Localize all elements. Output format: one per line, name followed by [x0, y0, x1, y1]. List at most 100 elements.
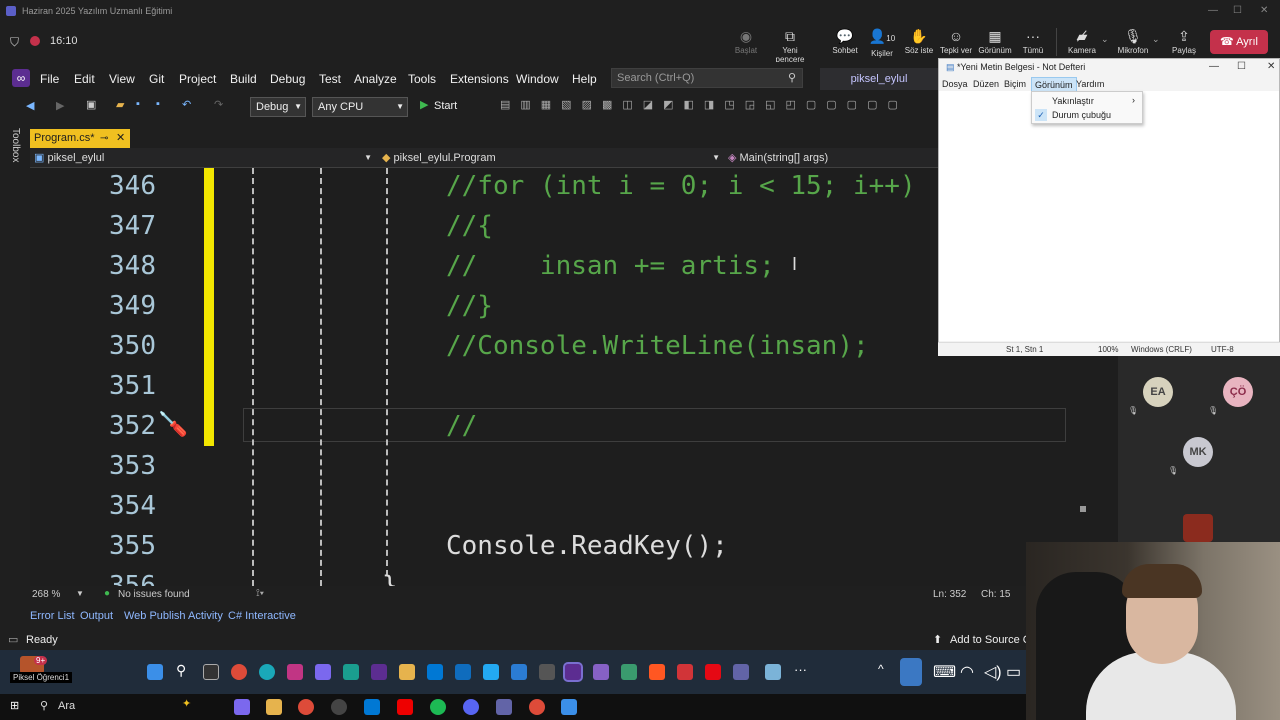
platform-dropdown[interactable]: Any CPU ▼ [312, 97, 408, 117]
chrome-icon[interactable] [298, 699, 314, 715]
copilot-icon[interactable] [315, 664, 331, 680]
tab-error-list[interactable]: Error List [30, 610, 75, 622]
instagram-icon[interactable] [287, 664, 303, 680]
menu-view[interactable]: View [109, 72, 135, 86]
more-button[interactable]: ··· Tümü [1011, 28, 1055, 55]
menu-test[interactable]: Test [319, 72, 341, 86]
avatar[interactable]: ÇÖ [1223, 377, 1253, 407]
menu-window[interactable]: Window [516, 72, 559, 86]
app-icon[interactable] [649, 664, 665, 680]
zoom-level-dropdown[interactable]: 268 % [32, 589, 60, 600]
avatar[interactable]: MK [1183, 437, 1213, 467]
microphone-icon[interactable] [900, 658, 922, 686]
close-tab-icon[interactable]: ✕ [116, 129, 125, 148]
vscode-icon[interactable] [483, 664, 499, 680]
configuration-dropdown[interactable]: Debug ▼ [250, 97, 306, 117]
navigate-back-icon[interactable]: ◀ [26, 99, 34, 112]
vs-search-box[interactable]: Search (Ctrl+Q) ⚲ [611, 68, 803, 88]
notepad-icon[interactable] [765, 664, 781, 680]
visual-studio-taskbar-icon[interactable] [593, 664, 609, 680]
app-icon[interactable] [511, 664, 527, 680]
chevron-up-icon[interactable]: ^ [878, 662, 884, 676]
outlook-icon[interactable] [364, 699, 380, 715]
maximize-icon[interactable]: ☐ [1233, 0, 1242, 22]
edge-icon[interactable] [259, 664, 275, 680]
menu-analyze[interactable]: Analyze [354, 72, 397, 86]
app-icon[interactable] [539, 664, 555, 680]
minimize-icon[interactable]: — [1209, 61, 1219, 72]
camera-button[interactable]: ▰̸ Kamera [1060, 28, 1104, 55]
windows-start-icon[interactable]: ⊞ [10, 699, 19, 712]
participant-video-thumbnail[interactable] [1183, 514, 1213, 542]
save-all-icon[interactable]: ▪ [156, 98, 160, 110]
project-dropdown[interactable]: ▣ piksel_eylul ▼ [34, 150, 374, 166]
save-icon[interactable]: ▪ [136, 98, 140, 110]
menu-git[interactable]: Git [149, 72, 164, 86]
menu-tools[interactable]: Tools [408, 72, 436, 86]
tab-output[interactable]: Output [80, 610, 113, 622]
chrome-icon[interactable] [529, 699, 545, 715]
avatar[interactable]: EA [1143, 377, 1173, 407]
tab-csharp-interactive[interactable]: C# Interactive [228, 610, 296, 622]
windows-start-icon[interactable] [147, 664, 163, 680]
menu-file[interactable]: File [40, 72, 59, 86]
class-dropdown[interactable]: ◆ piksel_eylul.Program ▼ [382, 150, 722, 166]
visual-studio-taskbar-icon[interactable] [563, 662, 583, 682]
notepad-text-area[interactable] [939, 91, 1279, 341]
mic-options-chevron-icon[interactable]: ⌄ [1152, 34, 1160, 45]
navigate-forward-icon[interactable]: ▶ [56, 99, 64, 112]
menu-edit[interactable]: Edit [74, 72, 95, 86]
camera-options-chevron-icon[interactable]: ⌄ [1101, 34, 1109, 45]
app-icon[interactable] [621, 664, 637, 680]
tab-web-publish-activity[interactable]: Web Publish Activity [124, 610, 223, 622]
redo-icon[interactable]: ↷ [214, 98, 223, 111]
chrome-icon[interactable] [231, 664, 247, 680]
code-cleanup-icon[interactable]: ⟟▾ [256, 588, 264, 599]
task-view-icon[interactable] [203, 664, 219, 680]
share-button[interactable]: ⇪ Paylaş [1162, 28, 1206, 55]
start-recording-button[interactable]: ◉ Başlat [724, 28, 768, 55]
app-icon[interactable] [371, 664, 387, 680]
menu-extensions[interactable]: Extensions [450, 72, 509, 86]
menu-build[interactable]: Build [230, 72, 257, 86]
menu-yardim[interactable]: Yardım [1076, 79, 1104, 89]
quick-actions-screwdriver-icon[interactable]: 🪛 [158, 410, 188, 439]
new-item-icon[interactable]: ▣ [86, 98, 96, 111]
more-icon[interactable]: ··· [794, 662, 807, 677]
open-folder-icon[interactable]: ▰ [116, 98, 124, 111]
store-icon[interactable] [343, 664, 359, 680]
menu-project[interactable]: Project [179, 72, 216, 86]
menu-dosya[interactable]: Dosya [942, 79, 968, 89]
maximize-icon[interactable]: ☐ [1237, 61, 1246, 72]
app-icon[interactable] [331, 699, 347, 715]
member-dropdown[interactable]: ◈ Main(string[] args) [728, 150, 938, 166]
close-icon[interactable]: ✕ [1267, 61, 1275, 72]
discord-icon[interactable] [463, 699, 479, 715]
teams-icon[interactable] [496, 699, 512, 715]
remote-desktop-icon[interactable] [561, 699, 577, 715]
file-explorer-icon[interactable] [399, 664, 415, 680]
teams-icon[interactable] [733, 664, 749, 680]
menu-duzen[interactable]: Düzen [973, 79, 999, 89]
outlook-new-icon[interactable] [455, 664, 471, 680]
netflix-icon[interactable] [705, 664, 721, 680]
toolbox-tab[interactable]: Toolbox [10, 128, 21, 162]
leave-button[interactable]: ☎ Ayrıl [1210, 30, 1268, 54]
menu-help[interactable]: Help [572, 72, 597, 86]
copilot-icon[interactable] [234, 699, 250, 715]
youtube-icon[interactable] [397, 699, 413, 715]
microphone-button[interactable]: 🎙 Mikrofon [1111, 28, 1155, 55]
app-icon[interactable] [677, 664, 693, 680]
menu-item-zoom[interactable]: Yakınlaştır [1052, 96, 1094, 106]
add-to-source-control-button[interactable]: Add to Source C [950, 634, 1031, 646]
start-button[interactable]: Start [434, 100, 457, 112]
close-icon[interactable]: ✕ [1260, 0, 1268, 22]
menu-item-status-bar[interactable]: Durum çubuğu [1052, 110, 1111, 120]
minimize-icon[interactable]: — [1208, 0, 1218, 22]
undo-icon[interactable]: ↶ [182, 98, 191, 111]
issues-status[interactable]: No issues found [118, 589, 190, 600]
tab-program-cs[interactable]: Program.cs* ⊸ ✕ [30, 129, 130, 148]
pin-icon[interactable]: ⊸ [100, 129, 108, 148]
react-button[interactable]: ☺ Tepki ver [934, 28, 978, 55]
spotify-icon[interactable] [430, 699, 446, 715]
